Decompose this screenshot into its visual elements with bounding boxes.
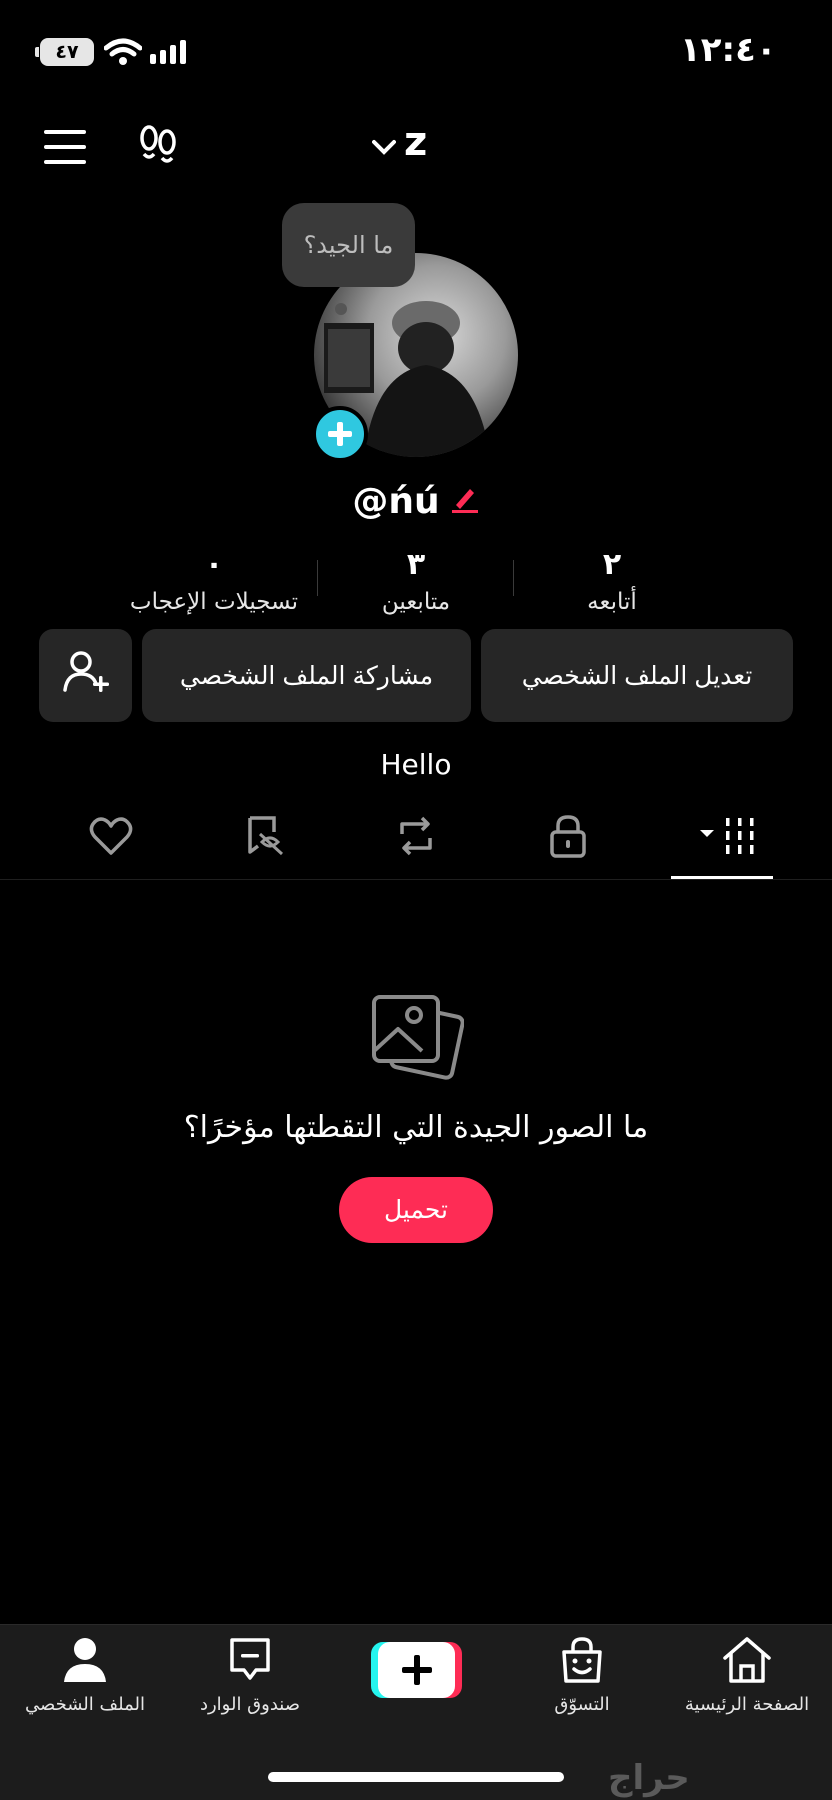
battery-indicator: ٤٧ (35, 38, 94, 66)
status-time: ١٢:٤٠ (680, 30, 777, 70)
add-avatar-button[interactable] (312, 406, 368, 462)
watermark: حراج (608, 1758, 690, 1798)
add-user-icon (62, 650, 109, 701)
heart-icon (89, 816, 133, 860)
bubble-tail (335, 303, 347, 315)
repost-icon (394, 814, 438, 862)
signal-icon (150, 40, 190, 68)
tab-reposts[interactable] (376, 813, 456, 863)
followers-count: ٣ (406, 547, 426, 582)
divider (0, 879, 832, 880)
empty-state-text: ما الصور الجيدة التي التقطتها مؤخرًا؟ (183, 1110, 649, 1145)
note-bubble[interactable]: ما الجيد؟ (282, 203, 415, 287)
username: @ńú (352, 480, 440, 522)
share-profile-button[interactable]: مشاركة الملف الشخصي (142, 629, 471, 722)
nav-inbox[interactable]: صندوق الوارد (165, 1636, 335, 1715)
tab-private[interactable] (528, 813, 608, 863)
hidden-likes-icon (244, 814, 288, 862)
followers-label: متابعين (381, 589, 451, 615)
tab-saved[interactable] (226, 813, 306, 863)
create-button[interactable] (371, 1642, 462, 1698)
account-name: z (404, 119, 428, 165)
wifi-icon (103, 38, 143, 70)
chevron-down-icon (372, 119, 396, 165)
edit-pencil-icon[interactable] (450, 485, 480, 517)
lock-icon (548, 814, 588, 862)
stat-followers[interactable]: ٣ متابعين (326, 545, 506, 615)
stat-likes[interactable]: ٠ تسجيلات الإعجاب (114, 545, 314, 615)
shopping-bag-icon (559, 1636, 605, 1688)
likes-label: تسجيلات الإعجاب (129, 589, 299, 615)
upload-button[interactable]: تحميل (339, 1177, 493, 1243)
nav-shop-label: التسوّق (554, 1694, 610, 1715)
grid-icon (692, 816, 762, 860)
nav-home[interactable]: الصفحة الرئيسية (662, 1636, 832, 1715)
stat-divider (513, 560, 514, 596)
account-switcher[interactable]: z (372, 119, 472, 165)
stat-divider (317, 560, 318, 596)
edit-profile-button[interactable]: تعديل الملف الشخصي (481, 629, 793, 722)
home-indicator[interactable] (268, 1772, 564, 1782)
nav-home-label: الصفحة الرئيسية (684, 1694, 810, 1715)
tab-videos[interactable] (682, 813, 772, 863)
menu-icon[interactable] (44, 130, 86, 168)
nav-inbox-label: صندوق الوارد (199, 1694, 301, 1715)
following-count: ٢ (602, 547, 622, 582)
profile-icon (62, 1636, 108, 1688)
plus-icon (378, 1642, 455, 1698)
profile-bio: Hello (380, 748, 452, 781)
add-friend-button[interactable] (39, 629, 132, 722)
nav-shop[interactable]: التسوّق (497, 1636, 667, 1715)
home-icon (721, 1636, 773, 1688)
nav-profile[interactable]: الملف الشخصي (0, 1636, 170, 1715)
stat-following[interactable]: ٢ أتابعه (522, 545, 702, 615)
photos-icon (370, 993, 465, 1087)
likes-count: ٠ (204, 547, 224, 582)
footprints-icon[interactable] (137, 124, 179, 172)
following-label: أتابعه (587, 589, 637, 615)
inbox-icon (226, 1636, 274, 1688)
nav-profile-label: الملف الشخصي (25, 1694, 145, 1715)
tab-liked[interactable] (71, 813, 151, 863)
username-row: @ńú (0, 476, 832, 526)
